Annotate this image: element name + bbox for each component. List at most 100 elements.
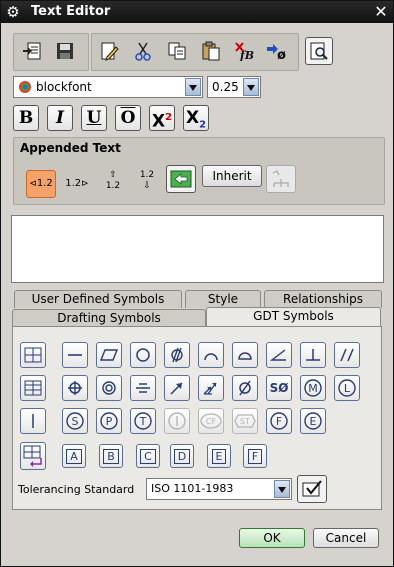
cancel-button[interactable]: Cancel [313, 528, 379, 548]
cylindricity-icon[interactable] [164, 342, 190, 368]
below-text-value: 1.2 [139, 170, 155, 180]
tab-gdt-symbols[interactable]: GDT Symbols [206, 307, 381, 327]
appended-text-group: Appended Text ⊲1.2 1.2⊳ ⇧ 1.2 1.2 ⇩ Inheri… [13, 137, 385, 205]
tolerancing-standard-select[interactable]: ISO 1101-1983 [146, 478, 292, 500]
frame-divider-icon[interactable] [20, 408, 46, 434]
italic-button[interactable]: I [47, 105, 73, 131]
free-state-label: CF [206, 417, 217, 426]
paste-icon[interactable] [198, 38, 224, 64]
total-runout-icon[interactable] [198, 375, 224, 401]
close-icon[interactable]: ✕ [373, 3, 389, 21]
import-file-icon[interactable] [20, 38, 46, 64]
profile-of-surface-icon[interactable] [232, 342, 258, 368]
copy-icon[interactable] [164, 38, 190, 64]
superscript-button[interactable]: X2 [149, 105, 175, 132]
chevron-down-icon[interactable] [185, 78, 201, 96]
datum-f-label: F [247, 448, 263, 464]
disabled-circle-icon [164, 408, 190, 434]
edit-toolbar: fB ø [91, 33, 299, 71]
overline-button[interactable]: O [115, 105, 141, 131]
ok-button[interactable]: OK [239, 528, 305, 548]
maximum-material-condition-icon[interactable]: M [300, 375, 326, 401]
datum-e-label: E [211, 448, 227, 464]
font-size-select[interactable]: 0.25 [207, 76, 261, 98]
profile-of-line-icon[interactable] [198, 342, 224, 368]
circular-runout-icon[interactable] [164, 375, 190, 401]
underline-button[interactable]: U [81, 105, 107, 131]
below-text-button[interactable]: 1.2 ⇩ [132, 170, 162, 198]
composite-feature-control-frame-icon[interactable] [20, 375, 46, 401]
chevron-down-icon[interactable] [243, 78, 259, 96]
regardless-of-feature-size-icon[interactable]: S [62, 408, 88, 434]
svg-text:E: E [310, 415, 317, 428]
datum-d-label: D [173, 448, 191, 464]
free-state-icon: CF [198, 408, 224, 434]
delete-text-attributes-icon[interactable]: fB [232, 38, 258, 64]
apply-standard-icon[interactable] [297, 475, 327, 503]
file-toolbar [13, 33, 89, 71]
statistical-label: ST [240, 417, 250, 426]
save-icon[interactable] [52, 38, 78, 64]
spherical-diameter-icon[interactable]: SØ [266, 375, 292, 401]
subscript-x: X [185, 108, 200, 128]
svg-text:S: S [72, 415, 79, 428]
svg-text:L: L [344, 382, 351, 395]
tangent-plane-icon[interactable]: T [130, 408, 156, 434]
tab-style[interactable]: Style [185, 290, 261, 308]
parallelism-icon[interactable] [334, 342, 360, 368]
straightness-icon[interactable] [62, 342, 88, 368]
flatness-icon[interactable] [96, 342, 122, 368]
single-feature-control-frame-icon[interactable] [20, 342, 46, 368]
appended-text-title: Appended Text [20, 141, 121, 155]
after-text-button[interactable]: 1.2⊳ [62, 170, 92, 198]
tab-drafting-symbols[interactable]: Drafting Symbols [12, 309, 206, 327]
projected-tolerance-zone-icon[interactable]: P [96, 408, 122, 434]
svg-text:fB: fB [239, 49, 254, 61]
tolerancing-standard-value: ISO 1101-1983 [151, 482, 234, 495]
svg-text:P: P [106, 415, 113, 428]
subscript-button[interactable]: X2 [183, 105, 209, 131]
above-text-button[interactable]: ⇧ 1.2 [98, 170, 128, 198]
position-icon[interactable] [62, 375, 88, 401]
font-select[interactable]: blockfont [13, 76, 203, 98]
envelope-requirement-icon[interactable]: E [300, 408, 326, 434]
font-name: blockfont [36, 80, 92, 94]
circularity-icon[interactable] [130, 342, 156, 368]
datum-f-icon[interactable]: F [243, 444, 267, 468]
before-text-value: 1.2 [36, 178, 53, 189]
inherit-button[interactable]: Inherit [202, 165, 262, 187]
tolerancing-standard-label: Tolerancing Standard [18, 483, 135, 496]
cut-icon[interactable] [130, 38, 156, 64]
edit-icon[interactable] [96, 38, 122, 64]
tab-relationships[interactable]: Relationships [264, 290, 382, 308]
datum-b-icon[interactable]: B [99, 444, 123, 468]
preview-icon[interactable] [305, 37, 333, 65]
select-symbol-icon[interactable]: ø [264, 38, 290, 64]
datum-a-icon[interactable]: A [62, 444, 86, 468]
diameter-icon[interactable] [232, 375, 258, 401]
chevron-down-icon[interactable] [274, 480, 290, 498]
font-size-value: 0.25 [212, 80, 239, 94]
after-text-value: 1.2 [65, 178, 82, 189]
perpendicularity-icon[interactable] [300, 342, 326, 368]
text-input-area[interactable] [11, 215, 384, 283]
datum-d-icon[interactable]: D [170, 444, 194, 468]
title-bar: ⚙ Text Editor ✕ [1, 1, 393, 23]
free-state-modifier-f-icon[interactable]: F [266, 408, 292, 434]
start-next-frame-icon[interactable] [20, 442, 46, 470]
datum-a-label: A [66, 448, 82, 464]
datum-e-icon[interactable]: E [207, 444, 231, 468]
angularity-icon[interactable] [266, 342, 292, 368]
svg-text:T: T [139, 415, 147, 428]
bold-button[interactable]: B [13, 105, 39, 131]
tab-user-defined-symbols[interactable]: User Defined Symbols [14, 290, 182, 308]
attach-text-icon[interactable] [166, 165, 196, 193]
text-editor-window: ⚙ Text Editor ✕ fB ø blockfont 0.25 B I … [0, 0, 394, 567]
before-text-button[interactable]: ⊲1.2 [26, 170, 56, 198]
symmetry-icon[interactable] [130, 375, 156, 401]
least-material-condition-icon[interactable]: L [334, 375, 360, 401]
concentricity-icon[interactable] [96, 375, 122, 401]
gear-icon[interactable]: ⚙ [5, 4, 21, 20]
gdt-symbols-panel: SØ M L S P T CF ST F E A B C D E F Toler… [12, 326, 382, 510]
datum-c-icon[interactable]: C [136, 444, 160, 468]
